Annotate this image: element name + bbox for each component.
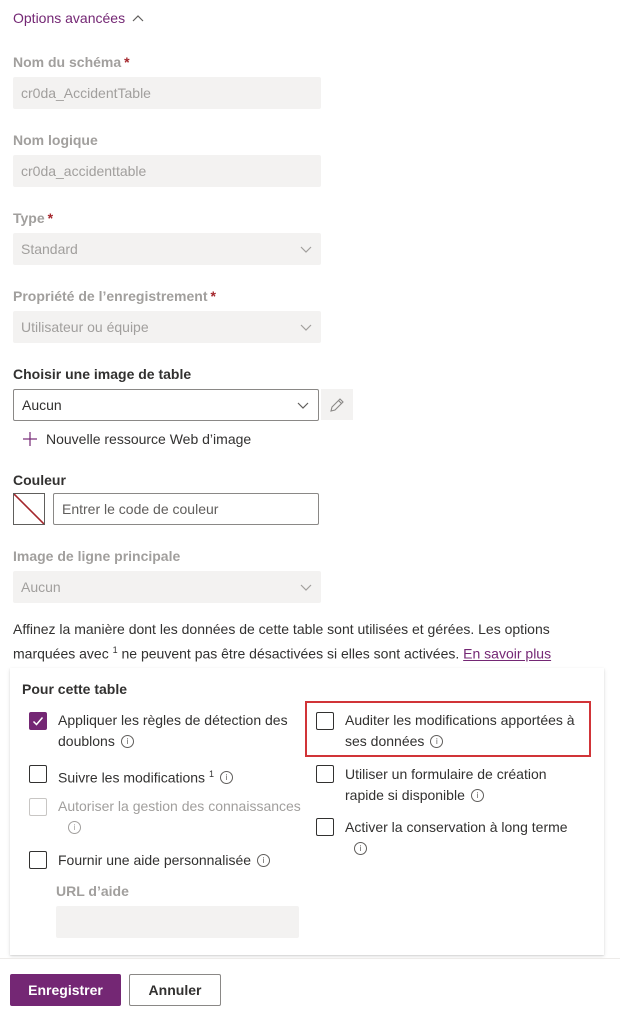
info-icon[interactable]: i [219,771,233,785]
description-text-2: ne peuvent pas être désactivées si elles… [121,645,460,662]
long-term-retention-label: Activer la conservation à long terme [345,819,568,835]
knowledge-management-option: Autoriser la gestion des connaissances i [58,796,303,838]
plus-icon [23,432,37,446]
audit-option: Auditer les modifications apportées à se… [345,710,585,752]
info-icon[interactable]: i [257,853,271,867]
duplicate-detection-option: Appliquer les règles de détection des do… [58,710,298,752]
table-image-dropdown[interactable]: Aucun [13,389,319,421]
edit-image-button[interactable] [321,389,353,420]
logical-name-label: Nom logique [13,132,98,148]
ownership-dropdown: Utilisateur ou équipe [13,311,321,343]
learn-more-link[interactable]: En savoir plus [463,646,551,662]
primary-image-label-text: Image de ligne principale [13,548,181,564]
quick-create-option: Utiliser un formulaire de création rapid… [345,764,580,806]
long-term-retention-checkbox[interactable] [316,818,334,836]
advanced-options-toggle[interactable]: Options avancées [13,10,145,26]
chevron-down-icon [297,402,309,409]
knowledge-management-checkbox [29,798,47,816]
info-icon[interactable]: i [354,841,367,855]
color-code-input[interactable]: Entrer le code de couleur [53,493,319,525]
audit-label: Auditer les modifications apportées à se… [345,712,575,749]
table-image-label-text: Choisir une image de table [13,366,192,382]
long-term-retention-option: Activer la conservation à long terme i [345,817,585,859]
checkmark-icon [32,717,44,726]
ownership-label-text: Propriété de l’enregistrement [13,288,208,304]
color-label-text: Couleur [13,472,66,488]
new-image-resource-button[interactable]: Nouvelle ressource Web d’image [22,431,251,447]
save-button[interactable]: Enregistrer [10,974,121,1006]
custom-help-option: Fournir une aide personnalisée i [58,850,298,871]
custom-help-label: Fournir une aide personnalisée [58,852,252,868]
type-value: Standard [21,241,78,257]
primary-image-dropdown: Aucun [13,571,321,603]
type-dropdown: Standard [13,233,321,265]
ownership-label: Propriété de l’enregistrement * [13,288,216,304]
custom-help-checkbox[interactable] [29,851,47,869]
primary-image-label: Image de ligne principale [13,548,180,564]
help-url-input [56,906,299,938]
color-swatch[interactable] [13,493,45,525]
required-marker: * [124,54,130,70]
info-icon[interactable]: i [430,734,444,748]
info-icon[interactable]: i [120,734,134,748]
new-image-resource-label: Nouvelle ressource Web d’image [46,431,252,447]
duplicate-detection-checkbox[interactable] [29,712,47,730]
chevron-down-icon [300,584,312,591]
cancel-button[interactable]: Annuler [129,974,221,1006]
ownership-value: Utilisateur ou équipe [21,319,149,335]
advanced-options-label: Options avancées [13,10,126,26]
primary-image-value: Aucun [21,579,61,595]
chevron-down-icon [300,324,312,331]
type-label: Type * [13,210,53,226]
schema-name-label: Nom du schéma * [13,54,130,70]
info-icon[interactable]: i [470,788,484,802]
footer-divider [0,958,620,959]
chevron-up-icon [132,15,144,22]
help-url-label: URL d’aide [56,883,129,899]
duplicate-detection-label: Appliquer les règles de détection des do… [58,712,288,749]
info-icon[interactable]: i [68,820,81,834]
required-marker: * [47,210,54,226]
options-description: Affinez la manière dont les données de c… [13,619,553,665]
knowledge-management-label: Autoriser la gestion des connaissances [58,798,301,814]
audit-checkbox[interactable] [316,712,334,730]
superscript-marker: 1 [208,769,214,779]
track-changes-option: Suivre les modifications 1i [58,764,298,789]
pencil-icon [330,397,344,412]
color-code-placeholder: Entrer le code de couleur [62,501,219,517]
for-table-title: Pour cette table [22,681,128,697]
logical-name-field: cr0da_accidenttable [13,155,321,187]
schema-name-field: cr0da_AccidentTable [13,77,321,109]
help-url-label-text: URL d’aide [56,883,129,899]
track-changes-checkbox[interactable] [29,765,47,783]
logical-name-value: cr0da_accidenttable [21,163,147,179]
table-image-value: Aucun [22,397,62,413]
superscript-marker: 1 [112,645,118,655]
track-changes-label: Suivre les modifications [58,769,206,786]
quick-create-label: Utiliser un formulaire de création rapid… [345,766,547,803]
type-label-text: Type [13,210,45,226]
logical-name-label-text: Nom logique [13,132,98,148]
no-color-icon [14,494,44,524]
schema-name-value: cr0da_AccidentTable [21,85,151,101]
color-label: Couleur [13,472,66,488]
chevron-down-icon [300,246,312,253]
schema-name-label-text: Nom du schéma [13,54,122,70]
quick-create-checkbox[interactable] [316,765,334,783]
required-marker: * [210,288,216,304]
table-image-label: Choisir une image de table [13,366,191,382]
